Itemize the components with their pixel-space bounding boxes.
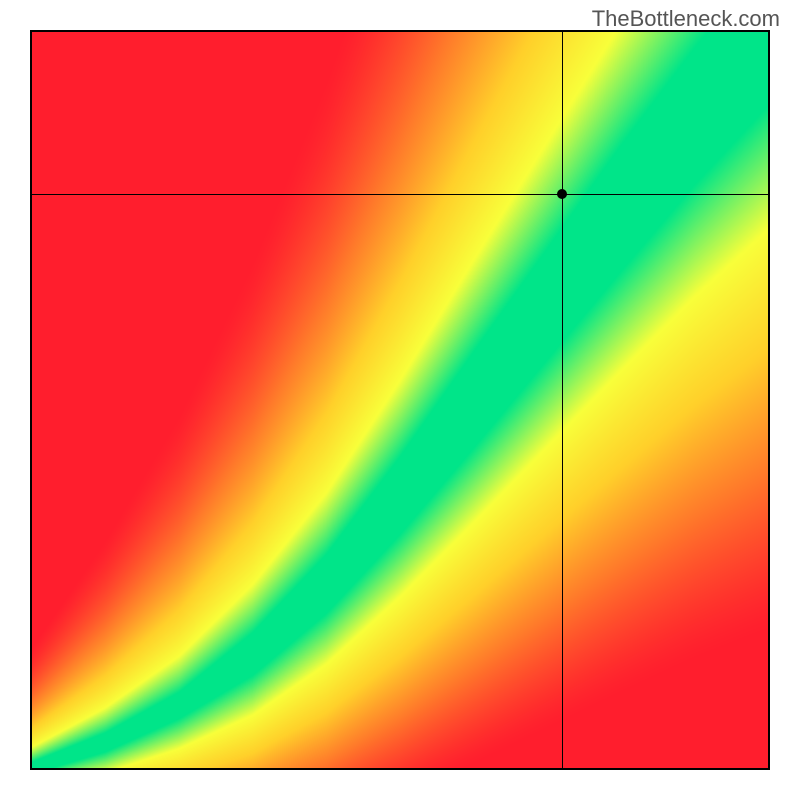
crosshair-vertical xyxy=(562,32,563,768)
watermark-text: TheBottleneck.com xyxy=(592,6,780,32)
heatmap-canvas[interactable] xyxy=(32,32,768,768)
heatmap-frame xyxy=(30,30,770,770)
crosshair-horizontal xyxy=(32,194,768,195)
selection-marker[interactable] xyxy=(557,189,567,199)
